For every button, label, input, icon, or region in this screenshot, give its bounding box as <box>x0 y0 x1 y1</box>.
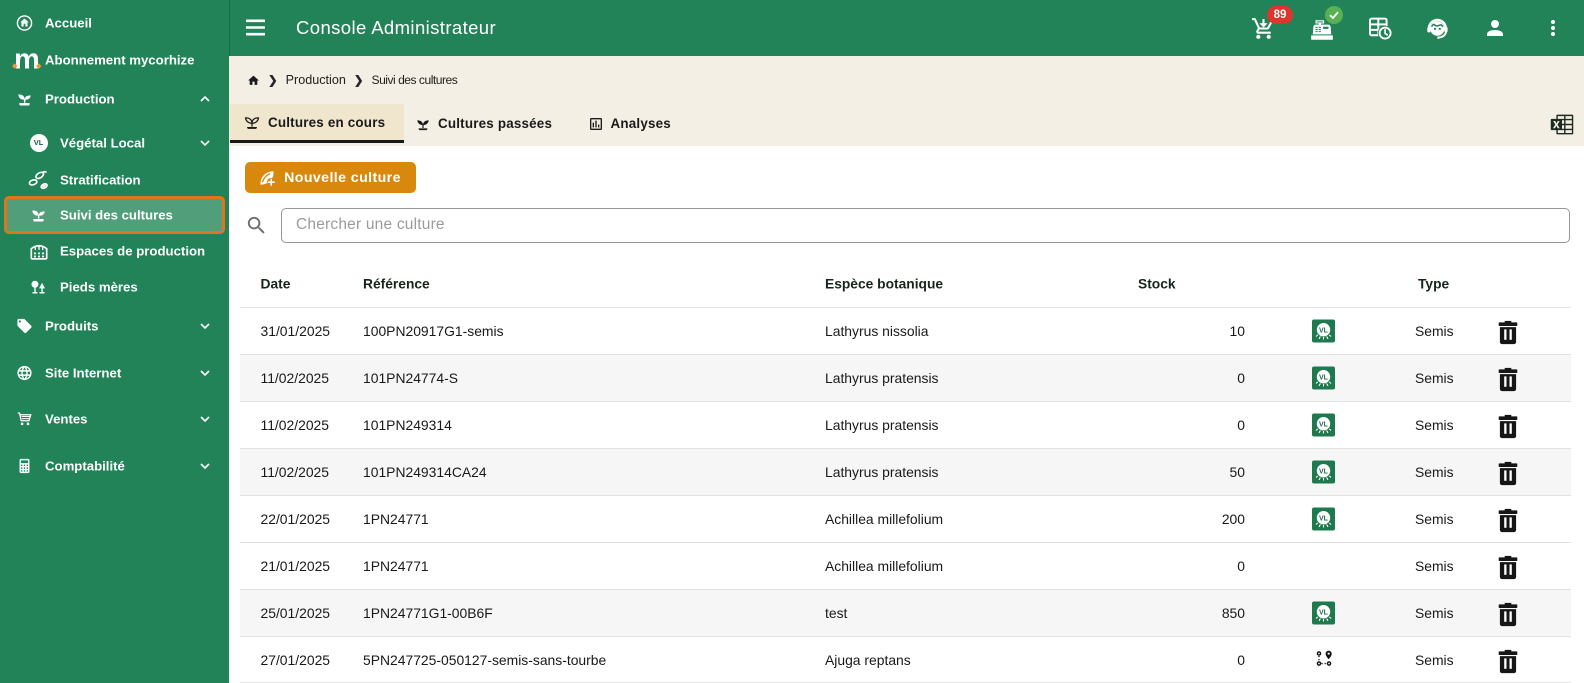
svg-text:VL: VL <box>1319 421 1329 428</box>
svg-text:VL: VL <box>1319 327 1329 334</box>
svg-text:VL: VL <box>1319 515 1329 522</box>
svg-text:VL: VL <box>1319 609 1329 616</box>
svg-text:VL: VL <box>1319 468 1329 475</box>
svg-text:VL: VL <box>1319 374 1329 381</box>
